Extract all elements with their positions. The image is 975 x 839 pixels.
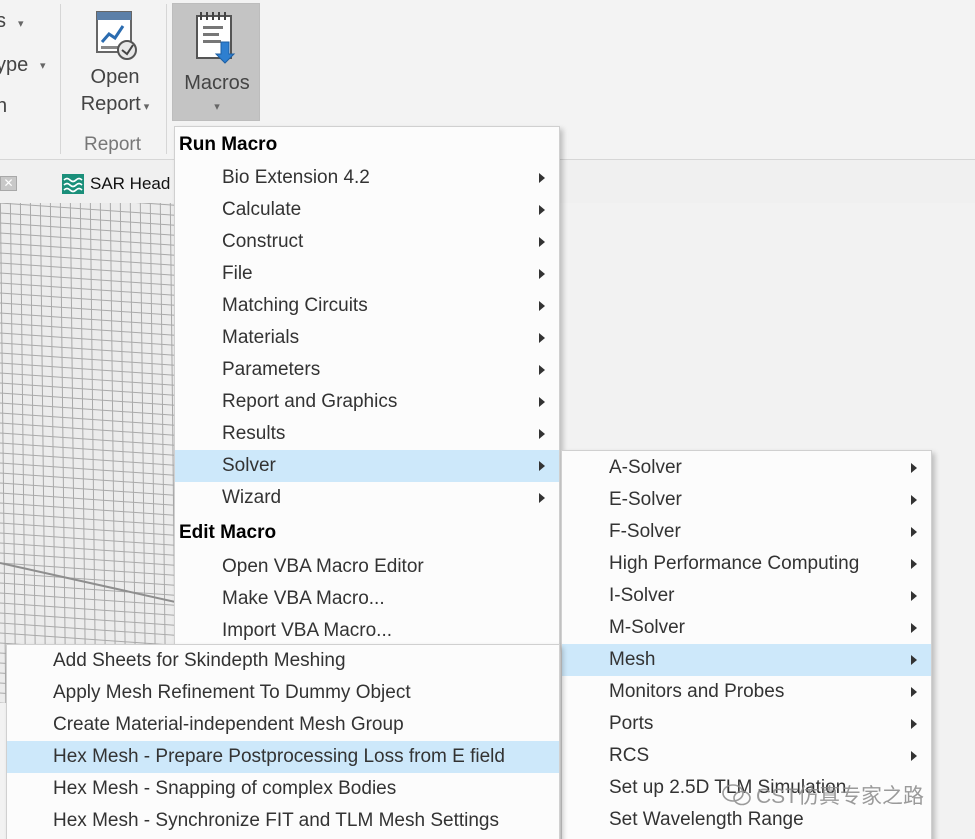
menu-item-add-sheets-skindepth[interactable]: Add Sheets for Skindepth Meshing [7, 645, 559, 677]
run-macro-header: Run Macro [179, 134, 278, 155]
open-report-button[interactable]: Open Report ▾ [70, 8, 160, 121]
open-report-label-line2: Report ▾ [80, 93, 150, 115]
menu-item-i-solver[interactable]: I-Solver [562, 580, 931, 612]
menu-item-hex-mesh-postprocessing-loss[interactable]: Hex Mesh - Prepare Postprocessing Loss f… [7, 741, 559, 773]
menu-item-hex-mesh-snapping[interactable]: Hex Mesh - Snapping of complex Bodies [7, 773, 559, 805]
chevron-right-icon [539, 365, 545, 375]
menu-item-parameters[interactable]: Parameters [175, 354, 559, 386]
open-report-icon [96, 11, 137, 60]
chevron-right-icon [539, 301, 545, 311]
menu-item-open-vba-editor[interactable]: Open VBA Macro Editor [175, 551, 559, 583]
menu-item-hex-mesh-synchronize[interactable]: Hex Mesh - Synchronize FIT and TLM Mesh … [7, 805, 559, 837]
chevron-down-icon: ▾ [214, 101, 220, 113]
menu-item-apply-mesh-refinement[interactable]: Apply Mesh Refinement To Dummy Object [7, 677, 559, 709]
chat-bubble-icon [722, 784, 751, 806]
watermark: CST仿真专家之路 [722, 780, 924, 810]
menu-item-wizard[interactable]: Wizard [175, 482, 559, 514]
menu-item-import-vba-macro[interactable]: Import VBA Macro... [175, 615, 559, 647]
menu-item-m-solver[interactable]: M-Solver [562, 612, 931, 644]
chevron-right-icon [539, 493, 545, 503]
tab-sar-head[interactable]: SAR Head [62, 171, 170, 197]
menu-item-mesh[interactable]: Mesh [562, 644, 931, 676]
chevron-right-icon [911, 623, 917, 633]
watermark-text: CST仿真专家之路 [756, 785, 924, 808]
chevron-right-icon [911, 655, 917, 665]
chevron-right-icon [539, 333, 545, 343]
chevron-right-icon [539, 237, 545, 247]
chevron-right-icon [911, 559, 917, 569]
ribbon-fragment-1[interactable]: s [0, 10, 6, 33]
open-report-label-line1: Open [90, 66, 140, 88]
group-separator [60, 4, 61, 154]
menu-item-construct[interactable]: Construct [175, 226, 559, 258]
chevron-down-icon: ▾ [140, 101, 150, 113]
edit-macro-header: Edit Macro [179, 522, 277, 543]
menu-item-make-vba-macro[interactable]: Make VBA Macro... [175, 583, 559, 615]
macros-icon [196, 12, 236, 64]
menu-item-monitors-and-probes[interactable]: Monitors and Probes [562, 676, 931, 708]
tab-sar-head-label: SAR Head [90, 174, 171, 193]
menu-item-matching-circuits[interactable]: Matching Circuits [175, 290, 559, 322]
menu-item-bio-extension[interactable]: Bio Extension 4.2 [175, 162, 559, 194]
chevron-down-icon: ▾ [18, 18, 24, 30]
menu-item-high-performance-computing[interactable]: High Performance Computing [562, 548, 931, 580]
menu-item-e-solver[interactable]: E-Solver [562, 484, 931, 516]
chevron-right-icon [911, 495, 917, 505]
menu-item-f-solver[interactable]: F-Solver [562, 516, 931, 548]
menu-item-calculate[interactable]: Calculate [175, 194, 559, 226]
chevron-right-icon [539, 429, 545, 439]
chevron-right-icon [539, 397, 545, 407]
mesh-grid [0, 203, 180, 703]
chevron-right-icon [539, 205, 545, 215]
ribbon-fragment-3[interactable]: n [0, 95, 7, 118]
group-separator [166, 4, 167, 154]
report-group-label: Report [84, 134, 142, 155]
menu-item-a-solver[interactable]: A-Solver [562, 452, 931, 484]
macros-label: Macros [184, 72, 250, 94]
chevron-right-icon [539, 461, 545, 471]
chevron-right-icon [539, 173, 545, 183]
menu-item-materials[interactable]: Materials [175, 322, 559, 354]
chevron-right-icon [539, 269, 545, 279]
sar-wave-icon [62, 174, 84, 194]
chevron-right-icon [911, 687, 917, 697]
menu-item-solver[interactable]: Solver [175, 450, 559, 482]
chevron-right-icon [911, 591, 917, 601]
close-icon[interactable]: ✕ [0, 176, 17, 191]
menu-item-file[interactable]: File [175, 258, 559, 290]
chevron-down-icon: ▾ [40, 60, 46, 72]
chevron-right-icon [911, 751, 917, 761]
chevron-right-icon [911, 719, 917, 729]
chevron-right-icon [911, 527, 917, 537]
macros-menu: Run Macro Bio Extension 4.2 Calculate Co… [174, 126, 560, 646]
menu-item-ports[interactable]: Ports [562, 708, 931, 740]
mesh-submenu: Add Sheets for Skindepth Meshing Apply M… [6, 644, 560, 839]
menu-item-rcs[interactable]: RCS [562, 740, 931, 772]
ribbon-fragment-2[interactable]: ype [0, 54, 28, 77]
menu-item-create-mesh-group[interactable]: Create Material-independent Mesh Group [7, 709, 559, 741]
macros-button[interactable]: Macros ▾ [172, 3, 260, 121]
menu-item-report-and-graphics[interactable]: Report and Graphics [175, 386, 559, 418]
chevron-right-icon [911, 463, 917, 473]
menu-item-results[interactable]: Results [175, 418, 559, 450]
